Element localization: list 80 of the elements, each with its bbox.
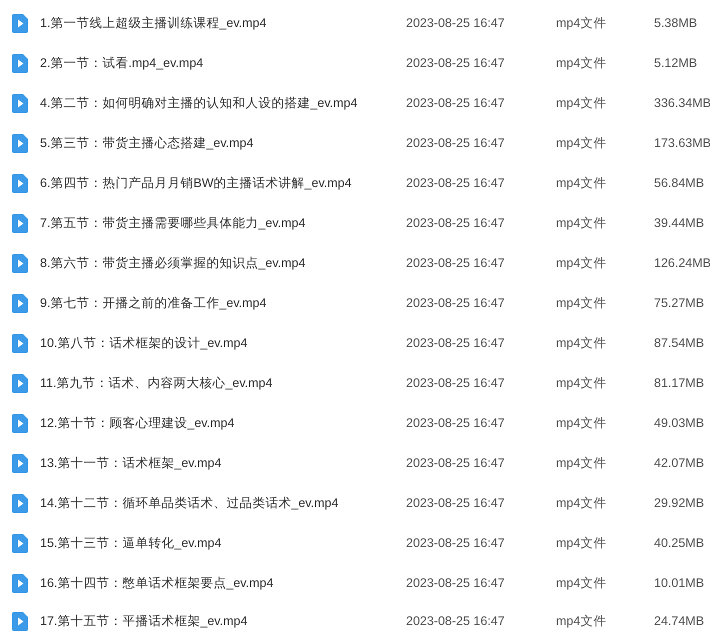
video-file-icon (12, 494, 28, 512)
file-name[interactable]: 6.第四节：热门产品月月销BW的主播话术讲解_ev.mp4 (40, 174, 406, 192)
file-name[interactable]: 7.第五节：带货主播需要哪些具体能力_ev.mp4 (40, 214, 406, 232)
modified-date: 2023-08-25 16:47 (406, 614, 506, 628)
file-name[interactable]: 10.第八节：话术框架的设计_ev.mp4 (40, 334, 406, 352)
file-name[interactable]: 5.第三节：带货主播心态搭建_ev.mp4 (40, 134, 406, 152)
file-type: mp4文件 (556, 174, 608, 192)
video-file-icon (12, 94, 28, 112)
video-file-icon (12, 134, 28, 152)
modified-date: 2023-08-25 16:47 (406, 96, 506, 110)
file-name[interactable]: 11.第九节：话术、内容两大核心_ev.mp4 (40, 374, 406, 392)
modified-date: 2023-08-25 16:47 (406, 536, 506, 550)
video-file-icon (12, 294, 28, 312)
file-size: 75.27MB (654, 296, 706, 310)
file-type: mp4文件 (556, 612, 608, 630)
video-file-icon (12, 214, 28, 232)
file-type: mp4文件 (556, 374, 608, 392)
modified-date: 2023-08-25 16:47 (406, 336, 506, 350)
file-type: mp4文件 (556, 334, 608, 352)
file-size: 10.01MB (654, 576, 706, 590)
video-file-icon (12, 254, 28, 272)
file-size: 42.07MB (654, 456, 706, 470)
file-size: 81.17MB (654, 376, 706, 390)
file-name[interactable]: 2.第一节：试看.mp4_ev.mp4 (40, 54, 406, 72)
video-file-icon (12, 612, 28, 630)
modified-date: 2023-08-25 16:47 (406, 376, 506, 390)
file-size: 40.25MB (654, 536, 706, 550)
modified-date: 2023-08-25 16:47 (406, 256, 506, 270)
modified-date: 2023-08-25 16:47 (406, 416, 506, 430)
video-file-icon (12, 414, 28, 432)
file-name[interactable]: 9.第七节：开播之前的准备工作_ev.mp4 (40, 294, 406, 312)
file-name[interactable]: 4.第二节：如何明确对主播的认知和人设的搭建_ev.mp4 (40, 94, 406, 112)
file-size: 336.34MB (654, 96, 710, 110)
modified-date: 2023-08-25 16:47 (406, 456, 506, 470)
file-type: mp4文件 (556, 574, 608, 592)
file-name[interactable]: 16.第十四节：憋单话术框架要点_ev.mp4 (40, 574, 406, 592)
file-size: 56.84MB (654, 176, 706, 190)
file-name[interactable]: 14.第十二节：循环单品类话术、过品类话术_ev.mp4 (40, 494, 406, 512)
file-type: mp4文件 (556, 94, 608, 112)
file-size: 5.12MB (654, 56, 698, 70)
file-name[interactable]: 15.第十三节：逼单转化_ev.mp4 (40, 534, 406, 552)
file-size: 126.24MB (654, 256, 710, 270)
file-type: mp4文件 (556, 294, 608, 312)
video-file-icon (12, 54, 28, 72)
video-file-icon (12, 334, 28, 352)
modified-date: 2023-08-25 16:47 (406, 296, 506, 310)
file-name[interactable]: 17.第十五节：平播话术框架_ev.mp4 (40, 612, 406, 630)
file-size: 173.63MB (654, 136, 710, 150)
file-type: mp4文件 (556, 134, 608, 152)
video-file-icon (12, 574, 28, 592)
modified-date: 2023-08-25 16:47 (406, 496, 506, 510)
video-file-icon (12, 174, 28, 192)
modified-date: 2023-08-25 16:47 (406, 576, 506, 590)
video-file-icon (12, 14, 28, 32)
file-type: mp4文件 (556, 54, 608, 72)
file-size: 29.92MB (654, 496, 706, 510)
file-name[interactable]: 8.第六节：带货主播必须掌握的知识点_ev.mp4 (40, 254, 406, 272)
file-type: mp4文件 (556, 14, 608, 32)
modified-date: 2023-08-25 16:47 (406, 56, 506, 70)
file-type: mp4文件 (556, 214, 608, 232)
file-name[interactable]: 1.第一节线上超级主播训练课程_ev.mp4 (40, 14, 406, 32)
file-type: mp4文件 (556, 534, 608, 552)
file-type: mp4文件 (556, 454, 608, 472)
file-name[interactable]: 13.第十一节：话术框架_ev.mp4 (40, 454, 406, 472)
video-file-icon (12, 454, 28, 472)
file-size: 5.38MB (654, 16, 698, 30)
file-size: 24.74MB (654, 614, 706, 628)
file-type: mp4文件 (556, 414, 608, 432)
file-size: 39.44MB (654, 216, 706, 230)
file-name[interactable]: 12.第十节：顾客心理建设_ev.mp4 (40, 414, 406, 432)
file-type: mp4文件 (556, 254, 608, 272)
modified-date: 2023-08-25 16:47 (406, 136, 506, 150)
video-file-icon (12, 534, 28, 552)
modified-date: 2023-08-25 16:47 (406, 16, 506, 30)
file-size: 87.54MB (654, 336, 706, 350)
modified-date: 2023-08-25 16:47 (406, 216, 506, 230)
file-size: 49.03MB (654, 416, 706, 430)
modified-date: 2023-08-25 16:47 (406, 176, 506, 190)
file-type: mp4文件 (556, 494, 608, 512)
video-file-icon (12, 374, 28, 392)
